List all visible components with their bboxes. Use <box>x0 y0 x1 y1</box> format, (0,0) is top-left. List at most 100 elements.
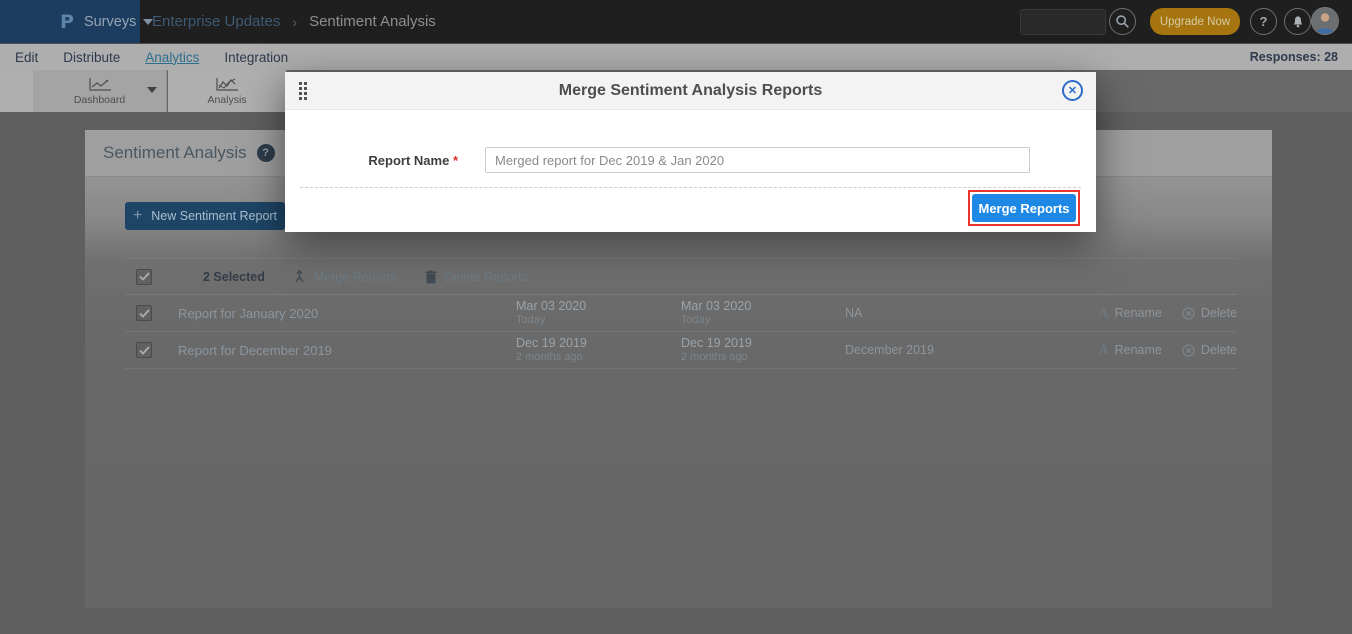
breadcrumb-current-page: Sentiment Analysis <box>309 13 436 30</box>
global-search-input[interactable] <box>1020 9 1106 35</box>
merge-reports-modal: Merge Sentiment Analysis Reports ✕ Repor… <box>285 72 1096 232</box>
circle-x-icon <box>1182 344 1195 357</box>
reports-table: 2 Selected Merge Reports <box>125 258 1237 369</box>
modal-close-button[interactable]: ✕ <box>1062 80 1083 101</box>
rename-button[interactable]: A Rename <box>1099 343 1162 358</box>
brand-logo: P <box>60 11 74 33</box>
user-avatar[interactable] <box>1311 7 1339 35</box>
ribbon-edge <box>0 70 33 112</box>
breadcrumb-separator-icon: › <box>292 14 297 30</box>
click-target-annotation: Merge Reports <box>968 190 1080 226</box>
check-icon <box>139 346 150 355</box>
modal-title: Merge Sentiment Analysis Reports <box>559 82 822 100</box>
rename-label: Rename <box>1115 306 1162 320</box>
merge-icon <box>293 269 306 284</box>
delete-label: Delete <box>1201 306 1237 320</box>
row-actions: A Rename Delete <box>1080 306 1237 321</box>
question-mark-icon: ? <box>1260 14 1268 29</box>
row-checkbox[interactable] <box>136 342 152 358</box>
new-sentiment-report-button[interactable]: + New Sentiment Report <box>125 202 285 230</box>
ribbon-tab-label: Dashboard <box>74 94 125 106</box>
report-name[interactable]: Report for December 2019 <box>178 343 516 358</box>
upgrade-now-button[interactable]: Upgrade Now <box>1150 8 1240 35</box>
nav-item-analytics[interactable]: Analytics <box>145 50 199 65</box>
created-relative: Today <box>516 314 681 327</box>
product-switcher[interactable]: P Surveys <box>0 0 140 43</box>
created-date-cell: Mar 03 2020 Today <box>516 299 681 326</box>
nav-item-integration[interactable]: Integration <box>224 50 288 65</box>
circle-x-icon <box>1182 307 1195 320</box>
drag-handle-icon[interactable] <box>299 82 307 100</box>
merge-reports-submit-button[interactable]: Merge Reports <box>972 194 1076 222</box>
table-row[interactable]: Report for December 2019 Dec 19 2019 2 m… <box>125 332 1237 369</box>
merge-reports-action[interactable]: Merge Reports <box>293 269 397 284</box>
created-relative: 2 months ago <box>516 351 681 364</box>
selected-count: 2 Selected <box>203 270 265 284</box>
required-asterisk: * <box>453 153 458 168</box>
product-name: Surveys <box>84 14 136 30</box>
survey-nav: Edit Distribute Analytics Integration Re… <box>0 44 1352 70</box>
trash-icon <box>425 270 437 284</box>
panel-body: + New Sentiment Report 2 Selected <box>85 177 1272 608</box>
nav-item-edit[interactable]: Edit <box>15 50 38 65</box>
check-icon <box>139 309 150 318</box>
line-chart-icon <box>87 77 113 92</box>
question-mark-icon: ? <box>262 147 269 159</box>
breadcrumb-survey-link[interactable]: Enterprise Updates <box>152 13 280 30</box>
rename-button[interactable]: A Rename <box>1099 306 1162 321</box>
table-row[interactable]: Report for January 2020 Mar 03 2020 Toda… <box>125 295 1237 332</box>
modal-header: Merge Sentiment Analysis Reports ✕ <box>285 72 1096 110</box>
report-period: December 2019 <box>845 343 1080 357</box>
report-name-input[interactable] <box>485 147 1030 173</box>
modified-date: Dec 19 2019 <box>681 336 845 350</box>
modal-body: Report Name * Merge Reports <box>285 110 1096 231</box>
created-date: Mar 03 2020 <box>516 299 681 313</box>
delete-button[interactable]: Delete <box>1182 343 1237 357</box>
chevron-down-icon[interactable] <box>147 87 157 93</box>
page-title: Sentiment Analysis <box>103 143 247 163</box>
top-bar: P Surveys Enterprise Updates › Sentiment… <box>0 0 1352 44</box>
rename-label: Rename <box>1115 343 1162 357</box>
help-button[interactable]: ? <box>1250 8 1277 35</box>
report-name-label-text: Report Name <box>368 153 449 168</box>
rename-icon: A <box>1099 306 1109 321</box>
report-name[interactable]: Report for January 2020 <box>178 306 516 321</box>
delete-reports-action[interactable]: Delete Reports <box>425 270 528 284</box>
report-name-label: Report Name * <box>285 153 458 168</box>
breadcrumb: Enterprise Updates › Sentiment Analysis <box>152 0 436 43</box>
ribbon-tab-dashboard[interactable]: Dashboard <box>33 70 167 112</box>
bulk-action-row: 2 Selected Merge Reports <box>125 258 1237 295</box>
report-name-field-row: Report Name * <box>285 147 1096 173</box>
check-icon <box>139 272 150 281</box>
page-help-button[interactable]: ? <box>257 144 275 162</box>
modified-relative: 2 months ago <box>681 351 845 364</box>
modified-date-cell: Mar 03 2020 Today <box>681 299 845 326</box>
notifications-button[interactable] <box>1284 8 1311 35</box>
rename-icon: A <box>1099 343 1109 358</box>
created-date-cell: Dec 19 2019 2 months ago <box>516 336 681 363</box>
row-checkbox[interactable] <box>136 305 152 321</box>
close-icon: ✕ <box>1068 84 1077 97</box>
app-root: P Surveys Enterprise Updates › Sentiment… <box>0 0 1352 634</box>
modified-date: Mar 03 2020 <box>681 299 845 313</box>
row-actions: A Rename Delete <box>1080 343 1237 358</box>
delete-button[interactable]: Delete <box>1182 306 1237 320</box>
search-button[interactable] <box>1109 8 1136 35</box>
delete-reports-label: Delete Reports <box>445 270 528 284</box>
bell-icon <box>1291 15 1305 29</box>
merge-reports-label: Merge Reports <box>314 270 397 284</box>
ribbon-tab-analysis[interactable]: Analysis <box>168 70 286 112</box>
nav-item-distribute[interactable]: Distribute <box>63 50 120 65</box>
modified-relative: Today <box>681 314 845 327</box>
created-date: Dec 19 2019 <box>516 336 681 350</box>
new-report-label: New Sentiment Report <box>151 209 277 223</box>
responses-count: Responses: 28 <box>1250 50 1338 64</box>
select-all-checkbox[interactable] <box>136 269 152 285</box>
report-period: NA <box>845 306 1080 320</box>
modified-date-cell: Dec 19 2019 2 months ago <box>681 336 845 363</box>
search-icon <box>1115 14 1130 29</box>
delete-label: Delete <box>1201 343 1237 357</box>
trend-chart-icon <box>214 77 240 92</box>
modal-divider <box>300 187 1081 188</box>
ribbon-tab-label: Analysis <box>207 94 246 106</box>
